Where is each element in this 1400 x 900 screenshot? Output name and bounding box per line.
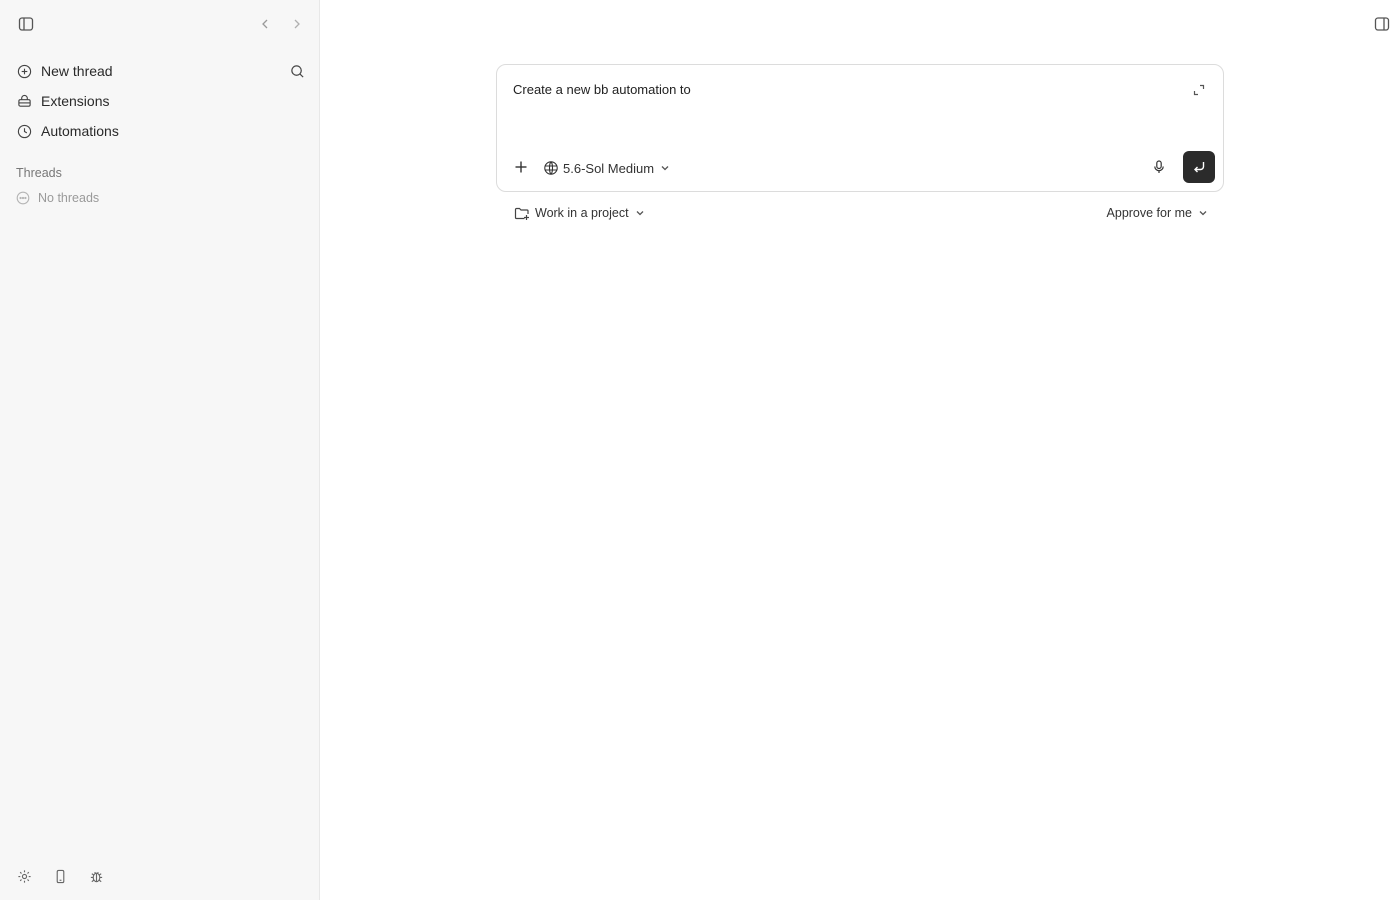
sidebar-item-new-thread[interactable]: New thread xyxy=(8,56,311,86)
sidebar: New thread Extensions Automations Thread… xyxy=(0,0,320,900)
prompt-input[interactable]: Create a new bb automation to xyxy=(513,82,691,97)
threads-section-title: Threads xyxy=(16,166,62,180)
no-threads-label: No threads xyxy=(38,191,100,205)
sidebar-item-automations[interactable]: Automations xyxy=(8,116,311,146)
send-button[interactable] xyxy=(1183,151,1215,183)
expand-icon[interactable] xyxy=(1187,78,1211,102)
composer-options-row: Work in a project Approve for me xyxy=(512,202,1208,224)
no-threads-placeholder: No threads xyxy=(16,191,99,205)
approval-mode-selector[interactable]: Approve for me xyxy=(1107,202,1208,224)
prompt-composer[interactable]: Create a new bb automation to 5.6-Sol Me… xyxy=(496,64,1224,192)
sidebar-item-label: Extensions xyxy=(41,93,110,109)
model-logo-icon xyxy=(543,160,559,176)
main-content: Create a new bb automation to 5.6-Sol Me… xyxy=(320,0,1400,900)
work-in-project-selector[interactable]: Work in a project xyxy=(514,202,645,224)
forward-arrow-icon[interactable] xyxy=(285,12,309,36)
plus-circle-icon xyxy=(16,63,32,79)
model-selector[interactable]: 5.6-Sol Medium xyxy=(543,157,670,179)
sidebar-item-label: New thread xyxy=(41,63,113,79)
bug-icon[interactable] xyxy=(84,864,108,888)
folder-plus-icon xyxy=(514,205,530,221)
sidebar-topbar xyxy=(0,0,320,48)
back-arrow-icon[interactable] xyxy=(253,12,277,36)
sidebar-item-extensions[interactable]: Extensions xyxy=(8,86,311,116)
mobile-device-icon[interactable] xyxy=(48,864,72,888)
app-window: New thread Extensions Automations Thread… xyxy=(0,0,1400,900)
clock-icon xyxy=(16,123,32,139)
settings-gear-icon[interactable] xyxy=(12,864,36,888)
microphone-icon[interactable] xyxy=(1147,155,1171,179)
sidebar-toggle-icon[interactable] xyxy=(14,12,38,36)
project-label: Work in a project xyxy=(535,206,629,220)
extensions-icon xyxy=(16,93,32,109)
sidebar-item-label: Automations xyxy=(41,123,119,139)
model-label: 5.6-Sol Medium xyxy=(563,160,655,176)
approve-label: Approve for me xyxy=(1106,206,1192,220)
sidebar-bottom-toolbar xyxy=(12,864,108,888)
sidebar-nav: New thread Extensions Automations xyxy=(8,56,311,146)
empty-thread-icon xyxy=(16,191,30,205)
chevron-down-icon xyxy=(660,163,670,173)
send-enter-icon xyxy=(1192,160,1206,174)
chevron-down-icon xyxy=(1198,208,1208,218)
right-panel-toggle-icon[interactable] xyxy=(1370,12,1394,36)
search-icon[interactable] xyxy=(285,59,309,83)
add-attachment-plus-icon[interactable] xyxy=(509,155,533,179)
chevron-down-icon xyxy=(635,208,645,218)
